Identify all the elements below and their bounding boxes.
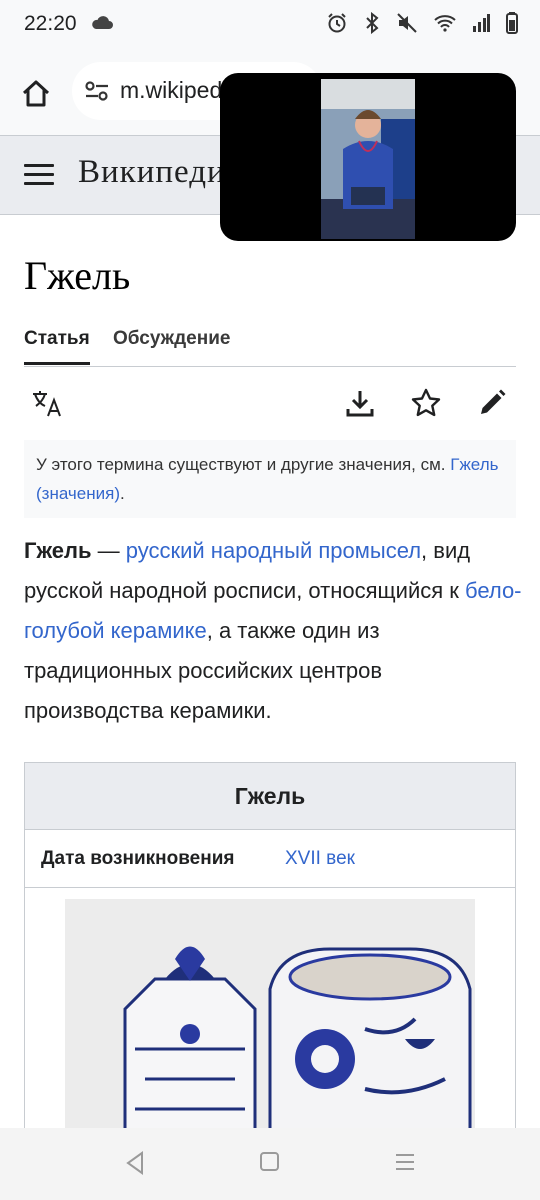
- infobox-row: Дата возникновения XVII век: [25, 830, 515, 888]
- tab-talk[interactable]: Обсуждение: [113, 328, 230, 350]
- hatnote-period: .: [120, 484, 125, 503]
- home-nav-button[interactable]: [259, 1150, 281, 1179]
- pencil-icon: [481, 389, 506, 414]
- system-nav-bar: [0, 1128, 540, 1200]
- pip-video-frame: [321, 79, 415, 239]
- status-bar: 22:20: [0, 0, 540, 50]
- infobox-image[interactable]: [65, 899, 475, 1149]
- home-button[interactable]: [18, 76, 54, 112]
- hatnote-text: У этого термина существуют и другие знач…: [36, 455, 451, 474]
- language-icon: [33, 391, 61, 417]
- mute-icon: [396, 12, 418, 39]
- hatnote: У этого термина существуют и другие знач…: [24, 440, 516, 518]
- wiki-logo[interactable]: Википедия: [78, 154, 242, 191]
- signal-icon: [472, 14, 490, 37]
- infobox: Гжель Дата возникновения XVII век: [24, 762, 516, 1149]
- star-icon: [411, 388, 441, 417]
- edit-button[interactable]: [472, 380, 512, 426]
- download-button[interactable]: [340, 380, 380, 426]
- watch-star-button[interactable]: [406, 380, 446, 426]
- recents-button[interactable]: [394, 1150, 416, 1179]
- pip-video-window[interactable]: [220, 73, 516, 241]
- alarm-icon: [326, 12, 348, 39]
- link-folk-craft[interactable]: русский народный промысел: [126, 538, 421, 563]
- page-title: Гжель: [24, 253, 131, 298]
- lead-paragraph: Гжель — русский народный промысел, вид р…: [24, 531, 524, 731]
- infobox-title: Гжель: [25, 763, 515, 830]
- back-icon: [126, 1151, 143, 1175]
- cloud-icon: [90, 14, 114, 35]
- lead-bold-term: Гжель: [24, 538, 92, 563]
- status-time: 22:20: [24, 12, 77, 35]
- site-settings-icon[interactable]: [84, 80, 110, 107]
- infobox-value-link[interactable]: XVII век: [285, 848, 355, 870]
- wifi-icon: [434, 14, 456, 37]
- bluetooth-icon: [364, 11, 380, 39]
- battery-icon: [506, 12, 518, 39]
- article-tabs: Статья Обсуждение: [24, 326, 516, 367]
- infobox-label: Дата возникновения: [41, 848, 235, 869]
- tab-article[interactable]: Статья: [24, 328, 90, 365]
- square-icon: [260, 1152, 279, 1171]
- download-icon: [346, 391, 374, 417]
- recents-icon: [396, 1154, 414, 1170]
- page-actions: [24, 380, 516, 426]
- home-icon: [22, 80, 50, 107]
- back-button[interactable]: [124, 1150, 146, 1181]
- language-button[interactable]: [28, 380, 68, 426]
- lead-dash: —: [91, 538, 126, 563]
- main-menu-button[interactable]: [24, 164, 54, 186]
